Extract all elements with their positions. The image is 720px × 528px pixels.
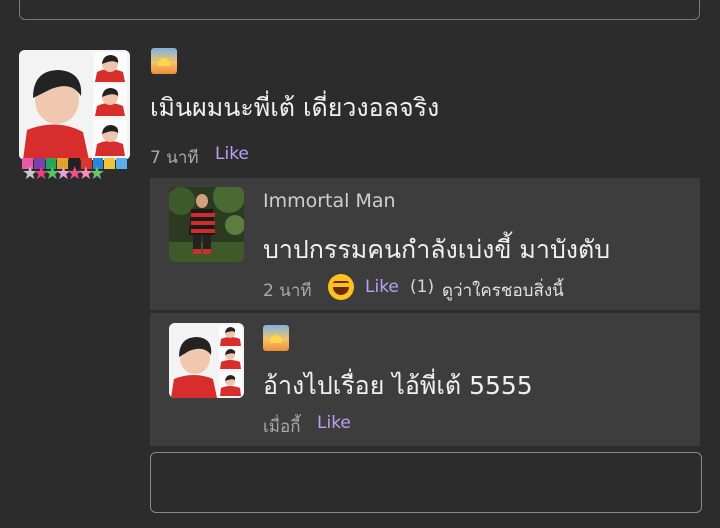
star-badges: ★★★★★★★ [22,163,105,184]
comment-time: เมื่อกี้ [263,417,301,437]
comment-time: 2 นาที [263,281,312,301]
author-name[interactable]: Immortal Man [263,190,396,212]
comment-text: อ้างไปเรื่อย ไอ้พี่เต้ 5555 [263,371,533,400]
sunset-emoji-icon [151,48,177,74]
badge-row: ★★★★★★★ [22,158,130,186]
comment-text: เมินผมนะพี่เต้ เดี่ยวงอลจริง [150,93,440,122]
sunset-emoji-icon [263,325,289,351]
like-count[interactable]: (1) [410,277,434,297]
like-button[interactable]: Like [215,144,249,164]
see-who-liked-link[interactable]: ดูว่าใครชอบสิ่งนี้ [442,277,564,304]
laughing-emoji-icon[interactable] [328,274,354,300]
comment-input-top[interactable] [19,0,700,20]
reply-input[interactable] [150,452,702,513]
like-button[interactable]: Like [365,277,399,297]
like-button[interactable]: Like [317,413,351,433]
avatar[interactable] [169,323,244,398]
comment-time: 7 นาที [150,148,199,168]
comment-text: บาปกรรมคนกำลังเบ่งขี้ มาบังตับ [263,235,611,264]
avatar[interactable] [19,50,130,160]
avatar[interactable] [169,187,244,262]
